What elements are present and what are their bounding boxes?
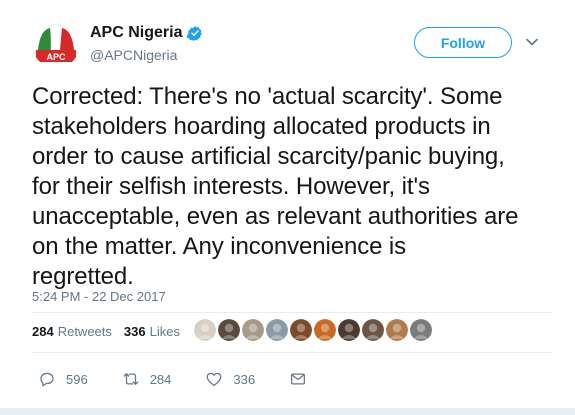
tweet-card: APC APC Nigeria @APCNigeria Follow Corre… — [0, 0, 575, 415]
direct-message-button[interactable] — [289, 370, 317, 388]
verified-badge-icon — [187, 26, 203, 41]
follow-button[interactable]: Follow — [414, 27, 512, 58]
apc-logo-icon: APC — [32, 20, 80, 68]
tweet-actions: 596 284 336 — [38, 370, 351, 388]
liker-avatar[interactable] — [362, 319, 384, 341]
retweets-stat[interactable]: 284 Retweets — [32, 324, 112, 339]
liker-avatar[interactable] — [314, 319, 336, 341]
envelope-icon — [291, 373, 306, 385]
liker-avatar[interactable] — [266, 319, 288, 341]
divider — [32, 312, 552, 313]
account-name-row[interactable]: APC Nigeria — [90, 24, 203, 42]
avatar[interactable]: APC — [32, 20, 80, 68]
liker-avatar[interactable] — [218, 319, 240, 341]
retweet-icon — [123, 373, 139, 385]
retweets-label: Retweets — [57, 324, 112, 339]
retweets-count: 284 — [32, 324, 54, 339]
retweet-count: 284 — [149, 371, 172, 387]
liker-avatar[interactable] — [242, 319, 264, 341]
liker-avatar[interactable] — [410, 319, 432, 341]
liker-avatar[interactable] — [290, 319, 312, 341]
likes-count: 336 — [123, 324, 146, 339]
tweet-text: Corrected: There's no 'actual scarcity'.… — [32, 83, 519, 290]
heart-icon — [207, 372, 222, 387]
likes-label: Likes — [149, 324, 180, 339]
display-name[interactable]: APC Nigeria — [90, 24, 182, 42]
bottom-border — [0, 408, 575, 415]
chevron-down-icon[interactable] — [525, 35, 539, 49]
liker-avatar[interactable] — [386, 319, 408, 341]
likes-stat[interactable]: 336 Likes — [124, 324, 180, 339]
reply-button[interactable]: 596 — [38, 370, 88, 388]
liker-avatars — [194, 319, 432, 341]
tweet-timestamp[interactable]: 5:24 PM - 22 Dec 2017 — [32, 289, 166, 304]
liker-avatar[interactable] — [194, 319, 216, 341]
divider — [32, 352, 552, 353]
like-button[interactable]: 336 — [205, 370, 255, 388]
avatar-text: APC — [46, 52, 66, 62]
reply-count: 596 — [66, 371, 88, 387]
tweet-stats: 284 Retweets 336 Likes — [32, 324, 192, 339]
reply-icon — [40, 372, 54, 387]
account-handle[interactable]: @APCNigeria — [90, 47, 177, 63]
liker-avatar[interactable] — [338, 319, 360, 341]
retweet-button[interactable]: 284 — [122, 370, 172, 388]
like-count: 336 — [233, 371, 256, 387]
